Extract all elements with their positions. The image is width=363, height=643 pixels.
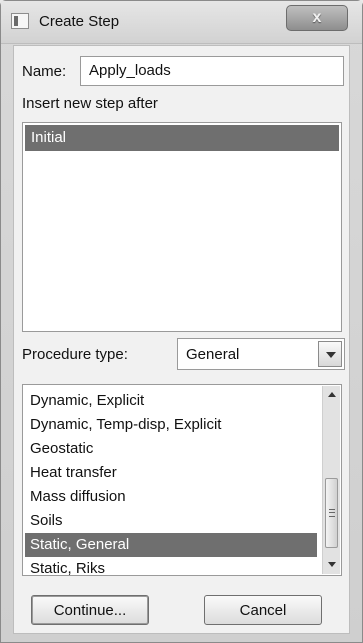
procedure-item[interactable]: Static, Riks bbox=[25, 557, 317, 577]
procedure-item[interactable]: Soils bbox=[25, 509, 317, 533]
insert-after-label: Insert new step after bbox=[22, 95, 158, 112]
procedure-item[interactable]: Dynamic, Explicit bbox=[25, 389, 317, 413]
dialog-content: Name: Apply_loads Insert new step after … bbox=[13, 45, 350, 634]
close-icon: x bbox=[312, 9, 322, 26]
procedure-type-label: Procedure type: bbox=[22, 346, 128, 363]
dialog-title: Create Step bbox=[39, 13, 120, 30]
cancel-button[interactable]: Cancel bbox=[204, 595, 322, 625]
continue-button[interactable]: Continue... bbox=[31, 595, 149, 625]
procedure-row: Procedure type: General bbox=[22, 338, 345, 372]
name-label: Name: bbox=[22, 63, 67, 80]
chevron-down-icon[interactable] bbox=[318, 341, 342, 367]
step-item-initial[interactable]: Initial bbox=[25, 125, 339, 151]
scroll-thumb[interactable] bbox=[325, 478, 338, 548]
arrow-down-icon[interactable] bbox=[323, 556, 341, 574]
title-bar[interactable]: Create Step x bbox=[1, 1, 362, 44]
name-row: Name: Apply_loads bbox=[22, 56, 344, 88]
procedure-item[interactable]: Geostatic bbox=[25, 437, 317, 461]
close-button[interactable]: x bbox=[286, 5, 348, 31]
create-step-dialog: Create Step x Name: Apply_loads Insert n… bbox=[0, 0, 363, 643]
arrow-up-icon[interactable] bbox=[323, 386, 341, 404]
insert-after-list[interactable]: Initial bbox=[22, 122, 342, 332]
procedure-type-value: General bbox=[186, 346, 240, 363]
name-field[interactable]: Apply_loads bbox=[80, 56, 344, 86]
procedure-item-selected[interactable]: Static, General bbox=[25, 533, 317, 557]
procedure-item[interactable]: Mass diffusion bbox=[25, 485, 317, 509]
procedure-type-select[interactable]: General bbox=[177, 338, 345, 370]
procedure-list-scrollbar[interactable] bbox=[322, 386, 340, 574]
procedure-list[interactable]: Dynamic, Explicit Dynamic, Temp-disp, Ex… bbox=[22, 384, 342, 577]
dialog-icon bbox=[11, 13, 29, 29]
procedure-item[interactable]: Dynamic, Temp-disp, Explicit bbox=[25, 413, 317, 437]
grip-icon bbox=[329, 509, 335, 517]
procedure-item[interactable]: Heat transfer bbox=[25, 461, 317, 485]
